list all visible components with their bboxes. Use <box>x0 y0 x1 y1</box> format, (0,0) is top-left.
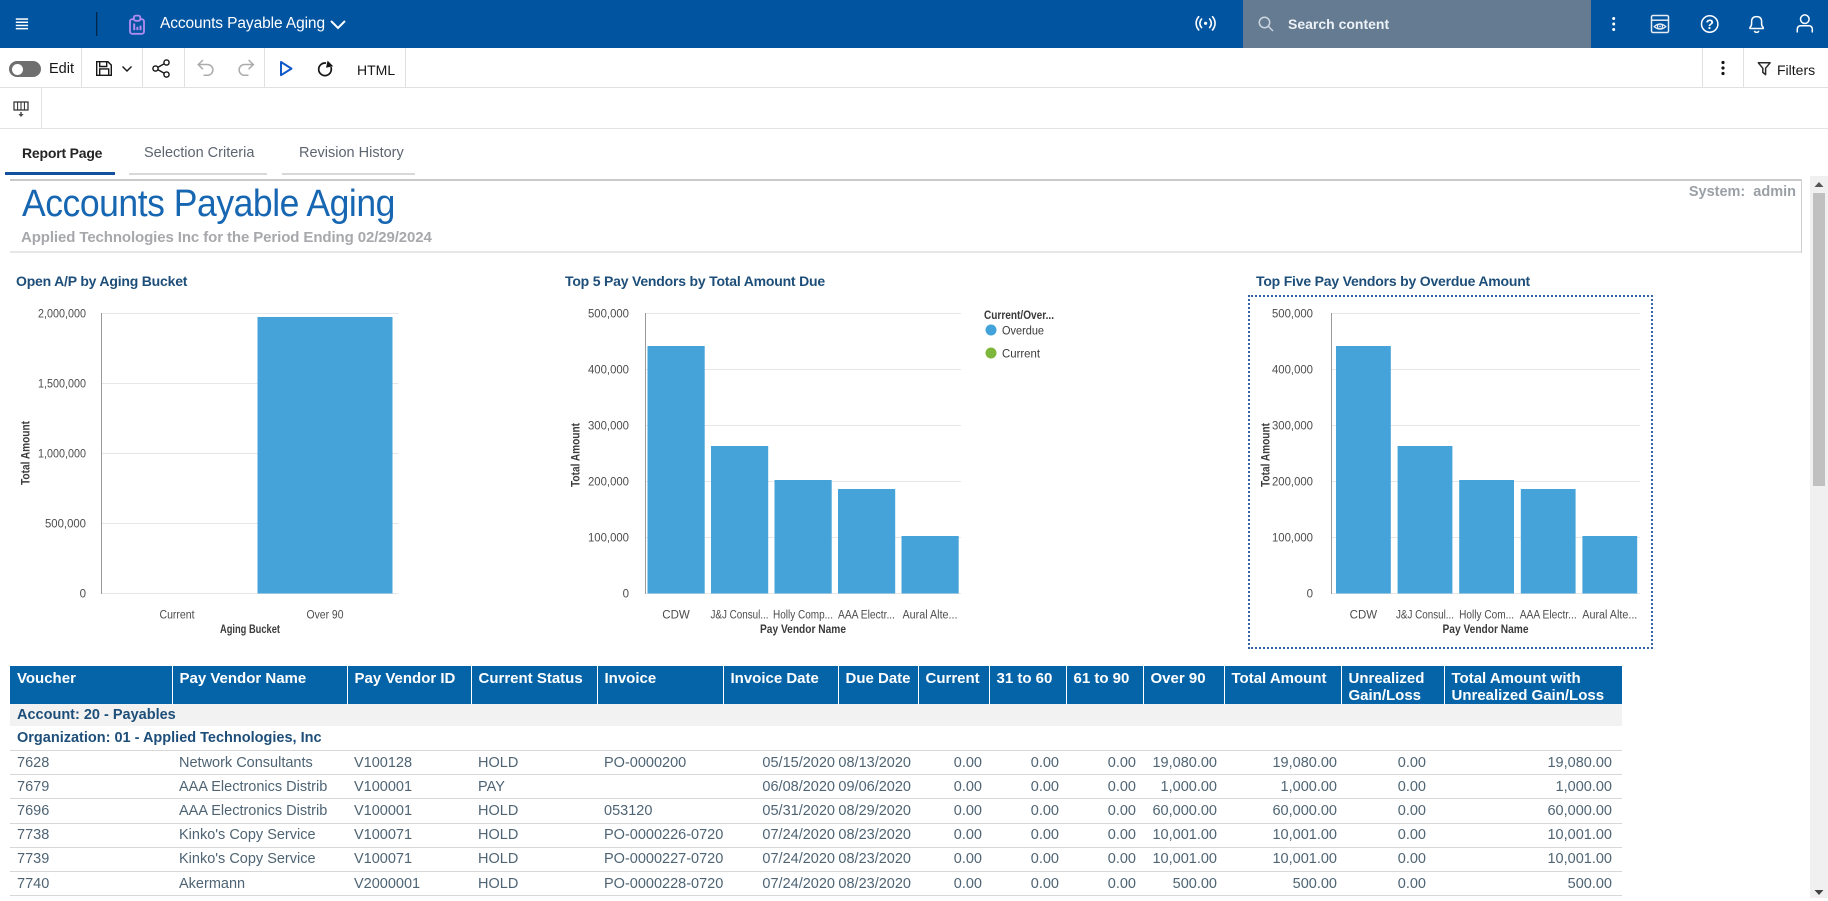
svg-text:Pay Vendor Name: Pay Vendor Name <box>1443 624 1529 636</box>
svg-text:Aural Alte...: Aural Alte... <box>903 610 958 622</box>
svg-text:500,000: 500,000 <box>45 519 86 531</box>
svg-text:Total Amount: Total Amount <box>21 421 33 485</box>
svg-text:?: ? <box>1706 17 1714 32</box>
svg-text:1,000,000: 1,000,000 <box>38 449 86 461</box>
svg-text:Current: Current <box>1002 349 1041 361</box>
svg-text:Current/Over...: Current/Over... <box>984 310 1054 322</box>
svg-text:300,000: 300,000 <box>1272 421 1313 433</box>
svg-text:Over 90: Over 90 <box>307 610 344 622</box>
svg-text:100,000: 100,000 <box>588 533 629 545</box>
svg-text:200,000: 200,000 <box>1272 477 1313 489</box>
svg-text:Total Amount: Total Amount <box>571 423 583 487</box>
svg-text:2,000,000: 2,000,000 <box>38 309 86 321</box>
svg-text:0: 0 <box>80 589 86 601</box>
svg-text:Holly Com...: Holly Com... <box>1459 610 1514 622</box>
svg-text:AAA Electr...: AAA Electr... <box>1520 610 1577 622</box>
svg-text:1,500,000: 1,500,000 <box>38 379 86 391</box>
svg-text:0: 0 <box>623 589 629 601</box>
svg-text:AAA Electr...: AAA Electr... <box>838 610 895 622</box>
svg-text:Overdue: Overdue <box>1002 326 1044 338</box>
svg-text:400,000: 400,000 <box>588 365 629 377</box>
svg-text:Current: Current <box>160 610 196 622</box>
svg-text:J&J Consul...: J&J Consul... <box>1396 610 1454 622</box>
svg-text:Aging Bucket: Aging Bucket <box>220 624 280 636</box>
svg-text:0: 0 <box>1307 589 1313 601</box>
svg-text:Holly Comp...: Holly Comp... <box>773 610 833 622</box>
svg-text:Pay Vendor Name: Pay Vendor Name <box>760 624 846 636</box>
svg-text:500,000: 500,000 <box>1272 309 1313 321</box>
svg-text:400,000: 400,000 <box>1272 365 1313 377</box>
svg-text:J&J Consul...: J&J Consul... <box>711 610 769 622</box>
svg-text:CDW: CDW <box>662 610 690 622</box>
svg-text:300,000: 300,000 <box>588 421 629 433</box>
svg-text:500,000: 500,000 <box>588 309 629 321</box>
svg-text:CDW: CDW <box>1350 610 1378 622</box>
svg-text:Aural Alte...: Aural Alte... <box>1582 610 1637 622</box>
svg-text:100,000: 100,000 <box>1272 533 1313 545</box>
svg-text:Total Amount: Total Amount <box>1261 423 1273 487</box>
svg-text:200,000: 200,000 <box>588 477 629 489</box>
